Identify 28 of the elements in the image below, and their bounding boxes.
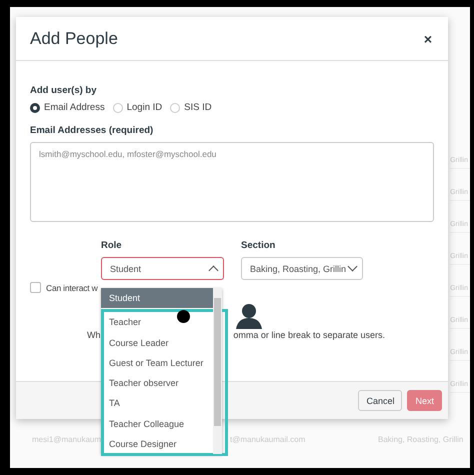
radio-button[interactable] [30, 102, 40, 112]
dropdown-option[interactable]: Course Designer [104, 434, 213, 454]
email-field[interactable]: lsmith@myschool.edu, mfoster@myschool.edu [30, 142, 434, 222]
dropdown-option[interactable]: TA [104, 393, 213, 414]
radio-label: Email Address [44, 102, 105, 113]
field-label: Role [101, 240, 123, 251]
scrollbar[interactable] [213, 288, 222, 454]
help-text: omma or line break to separate users. [233, 330, 385, 340]
dropdown-option[interactable]: Teacher [104, 312, 213, 333]
dropdown-option[interactable]: Course Leader [104, 332, 213, 353]
help-text: Wh [87, 330, 100, 340]
field-label: Add user(s) by [30, 85, 98, 96]
close-button[interactable]: × [422, 30, 434, 46]
dropdown-option[interactable]: Teacher observer [104, 373, 213, 394]
checkbox-label: Can interact w [46, 282, 98, 292]
field-label: Email Addresses (required) [30, 125, 154, 136]
radio-label: SIS ID [184, 102, 212, 113]
person-icon [234, 303, 264, 329]
dialog-title: Add People [30, 28, 118, 48]
dropdown-option[interactable]: Teacher Colleague [104, 414, 213, 434]
radio-label: Login ID [126, 102, 162, 113]
role-dropdown[interactable]: Student [101, 257, 224, 280]
field-label: Section [241, 240, 276, 251]
cancel-button[interactable]: Cancel [358, 390, 402, 411]
dropdown-option[interactable]: Guest or Team Lecturer [104, 352, 213, 374]
dropdown-option[interactable]: Student [101, 288, 213, 308]
checkbox[interactable] [30, 282, 41, 293]
section-dropdown[interactable]: Baking, Roasting, Grillin [241, 257, 363, 280]
